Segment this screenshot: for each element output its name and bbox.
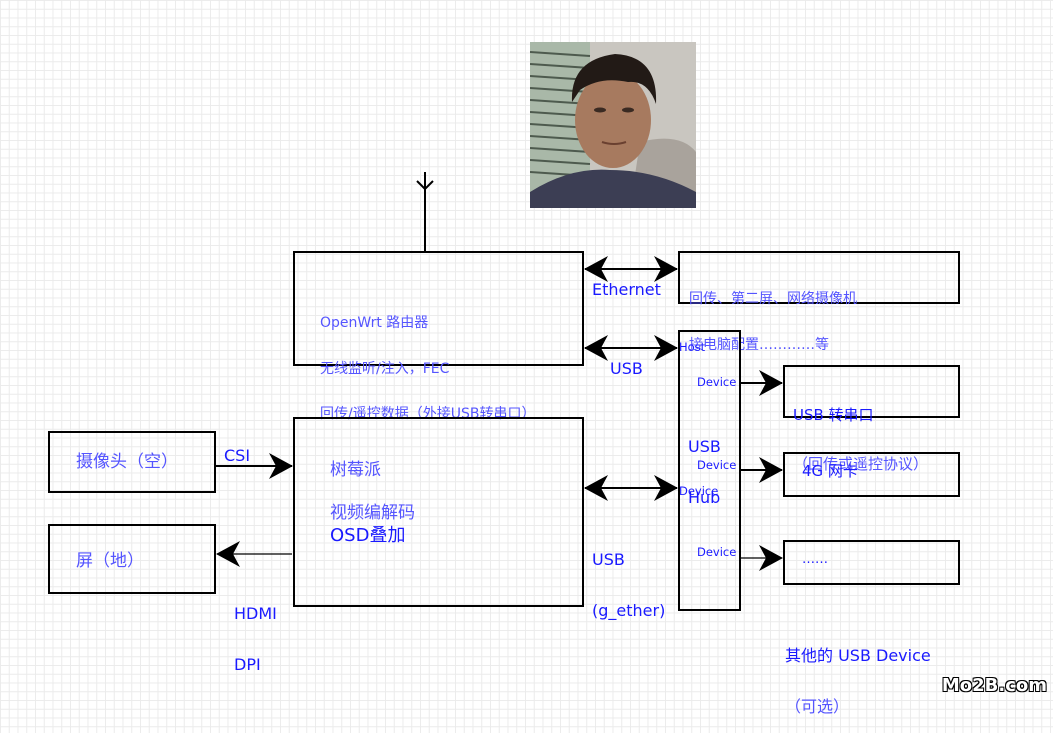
usb-serial-line-1: USB 转串口 xyxy=(793,406,874,425)
router-line-2: 无线监听/注入，FEC xyxy=(320,360,450,377)
hdmi-line: HDMI xyxy=(234,603,277,623)
camera-label: 摄像头（空） xyxy=(76,452,178,472)
other-device-caption-line-1: 其他的 USB Device xyxy=(785,645,931,665)
portrait-photo xyxy=(530,42,696,208)
hub-port-3: Device xyxy=(697,545,737,559)
other-device-caption-line-2: （可选） xyxy=(785,697,850,717)
hub-host-port: Host xyxy=(679,340,706,354)
hub-title-line-1: USB xyxy=(688,436,721,456)
antenna-icon xyxy=(416,172,434,251)
raspberry-pi-line-2: OSD叠加 xyxy=(330,525,406,546)
usb-gether-line-2: (g_ether) xyxy=(592,601,666,621)
router-line-1: OpenWrt 路由器 xyxy=(320,315,429,332)
router-label: OpenWrt 路由器 无线监听/注入，FEC 回传/遥控数据（外接USB转串口… xyxy=(320,286,535,437)
watermark: Mo2B.com xyxy=(941,675,1047,696)
ethernet-target-line-1: 回传、第二屏、网络摄像机 xyxy=(689,291,857,308)
other-device-label: …… xyxy=(802,552,828,567)
hub-port-1: Device xyxy=(697,375,737,389)
raspberry-pi-title: 树莓派 xyxy=(330,460,381,480)
dpi-line: DPI xyxy=(234,655,261,675)
csi-label: CSI xyxy=(224,446,251,465)
hub-port-2: Device xyxy=(697,458,737,472)
modem-4g-label: 4G 网卡 xyxy=(802,462,858,480)
other-device-caption: 其他的 USB Device （可选） xyxy=(785,612,931,733)
usb-link-label: USB xyxy=(610,359,643,378)
raspberry-pi-line-1: 视频编解码 xyxy=(330,503,415,523)
hub-upstream-device-port: Device xyxy=(679,484,719,498)
ethernet-link-label: Ethernet xyxy=(592,280,661,299)
hdmi-dpi-label: HDMI DPI xyxy=(234,570,277,691)
screen-label: 屏（地） xyxy=(76,551,144,571)
usb-gether-label: USB (g_ether) xyxy=(592,516,665,637)
usb-gether-line-1: USB xyxy=(592,549,625,569)
